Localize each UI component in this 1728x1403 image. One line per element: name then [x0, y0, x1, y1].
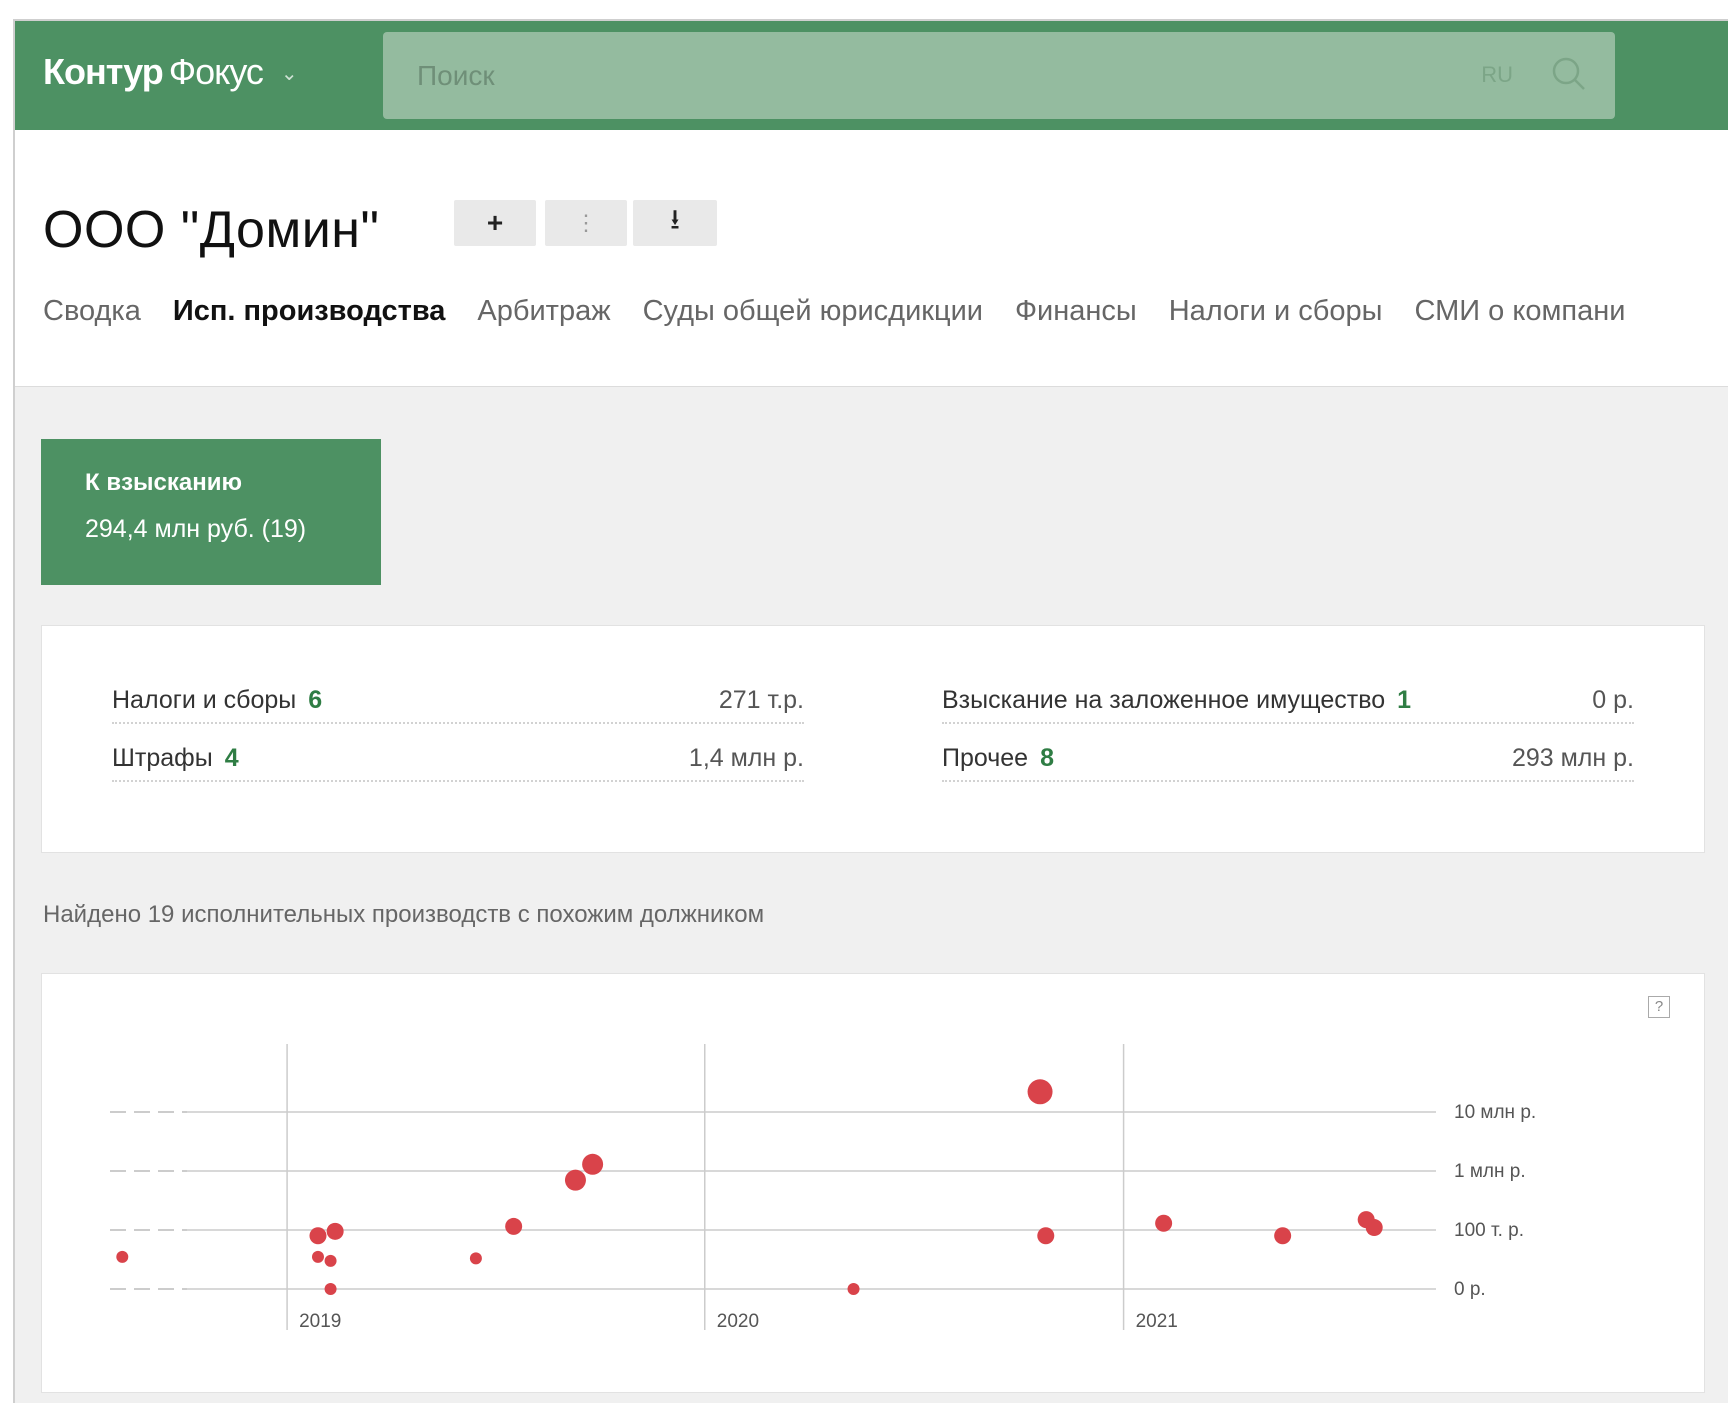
brand-name-part1: Контур: [43, 51, 164, 92]
chart-y-tick-label: 1 млн р.: [1454, 1161, 1526, 1182]
search-icon[interactable]: [1549, 54, 1589, 94]
add-to-list-button[interactable]: +: [454, 200, 536, 246]
chart-data-point: [847, 1283, 860, 1295]
breakdown-card: Налоги и сборы 6 271 т.р. Штрафы 4 1,4 млн…: [41, 625, 1705, 853]
tab-finance[interactable]: Финансы: [1015, 295, 1137, 328]
tab-media[interactable]: СМИ о компани: [1414, 295, 1625, 328]
timeline-chart-card: ? 10 млн р. 1 млн р. 100 т. р. 0 р. 2019 2020…: [41, 973, 1705, 1393]
chart-data-point: [311, 1250, 324, 1263]
tab-arbitration[interactable]: Арбитраж: [477, 295, 610, 328]
chart-data-point: [326, 1222, 344, 1240]
breakdown-count: 8: [1040, 744, 1054, 772]
chevron-down-icon[interactable]: ⌄: [281, 61, 298, 86]
breakdown-label: Налоги и сборы: [112, 686, 297, 714]
breakdown-row[interactable]: Прочее 8 293 млн р.: [942, 738, 1634, 782]
breakdown-label-wrap: Штрафы 4: [112, 744, 239, 773]
chart-data-point: [505, 1217, 523, 1235]
chart-data-point: [116, 1250, 129, 1263]
breakdown-label: Взыскание на заложенное имущество: [942, 686, 1386, 714]
app-window: Контур Фокус ⌄ RU ООО "Домин" + ⋮ ⭳ Свод…: [13, 19, 1728, 1403]
breakdown-row[interactable]: Взыскание на заложенное имущество 1 0 р.: [942, 680, 1634, 724]
tab-taxes[interactable]: Налоги и сборы: [1169, 295, 1383, 328]
top-bar: Контур Фокус ⌄ RU: [15, 21, 1728, 130]
chart-data-point: [309, 1227, 327, 1245]
chart-y-tick-label: 100 т. р.: [1454, 1220, 1524, 1241]
timeline-scatter-chart: 10 млн р. 1 млн р. 100 т. р. 0 р. 2019 2020 20…: [110, 1044, 1536, 1332]
breakdown-count: 4: [224, 744, 239, 772]
section-tabs: Сводка Исп. производства Арбитраж Суды о…: [43, 295, 1657, 328]
brand-name-part2: Фокус: [168, 51, 264, 92]
brand-logo[interactable]: Контур Фокус ⌄: [43, 51, 298, 93]
chart-data-point: [324, 1283, 337, 1295]
breakdown-row[interactable]: Налоги и сборы 6 271 т.р.: [112, 680, 804, 724]
breakdown-amount: 271 т.р.: [718, 686, 804, 714]
found-count-text: Найдено 19 исполнительных производств с …: [43, 901, 765, 928]
chart-data-point: [1027, 1079, 1053, 1105]
summary-tile[interactable]: К взысканию 294,4 млн руб. (19): [41, 439, 381, 585]
chart-data-point: [324, 1254, 337, 1267]
tab-enforcement[interactable]: Исп. производства: [173, 295, 446, 328]
summary-tile-value: 294,4 млн руб. (19): [85, 515, 307, 543]
compare-button[interactable]: ⋮: [545, 200, 627, 246]
chart-x-tick-label: 2019: [299, 1311, 341, 1332]
breakdown-amount: 1,4 млн р.: [688, 744, 804, 772]
breakdown-amount: 293 млн р.: [1511, 744, 1634, 772]
breakdown-row[interactable]: Штрафы 4 1,4 млн р.: [112, 738, 804, 782]
tab-general-courts[interactable]: Суды общей юрисдикции: [643, 295, 983, 328]
chart-data-point: [564, 1169, 586, 1191]
breakdown-amount: 0 р.: [1592, 686, 1634, 714]
company-header: ООО "Домин" + ⋮ ⭳ Сводка Исп. производст…: [15, 130, 1728, 387]
chart-data-point: [1037, 1227, 1055, 1245]
chart-x-tick-label: 2021: [1136, 1311, 1178, 1332]
summary-tile-title: К взысканию: [85, 469, 242, 496]
search-input[interactable]: [383, 32, 1615, 119]
breakdown-count: 6: [308, 686, 323, 714]
tab-summary[interactable]: Сводка: [43, 295, 141, 328]
chart-data-point: [469, 1252, 482, 1265]
breakdown-count: 1: [1397, 686, 1412, 714]
breakdown-label-wrap: Налоги и сборы 6: [112, 686, 322, 715]
breakdown-label-wrap: Прочее 8: [942, 744, 1054, 773]
breakdown-label: Прочее: [942, 744, 1029, 772]
search-bar: RU: [383, 32, 1615, 119]
chart-y-tick-label: 0 р.: [1454, 1279, 1486, 1300]
chart-y-tick-label: 10 млн р.: [1454, 1102, 1536, 1123]
chart-data-point: [1155, 1214, 1173, 1232]
chart-data-point: [1274, 1227, 1292, 1245]
chart-x-tick-label: 2020: [717, 1311, 759, 1332]
breakdown-label: Штрафы: [112, 744, 213, 772]
search-language-toggle[interactable]: RU: [1481, 62, 1513, 88]
chart-data-point: [1365, 1219, 1383, 1237]
page-title: ООО "Домин": [43, 201, 380, 259]
chart-data-point: [582, 1153, 604, 1175]
breakdown-label-wrap: Взыскание на заложенное имущество 1: [942, 686, 1411, 715]
download-button[interactable]: ⭳: [633, 200, 717, 246]
